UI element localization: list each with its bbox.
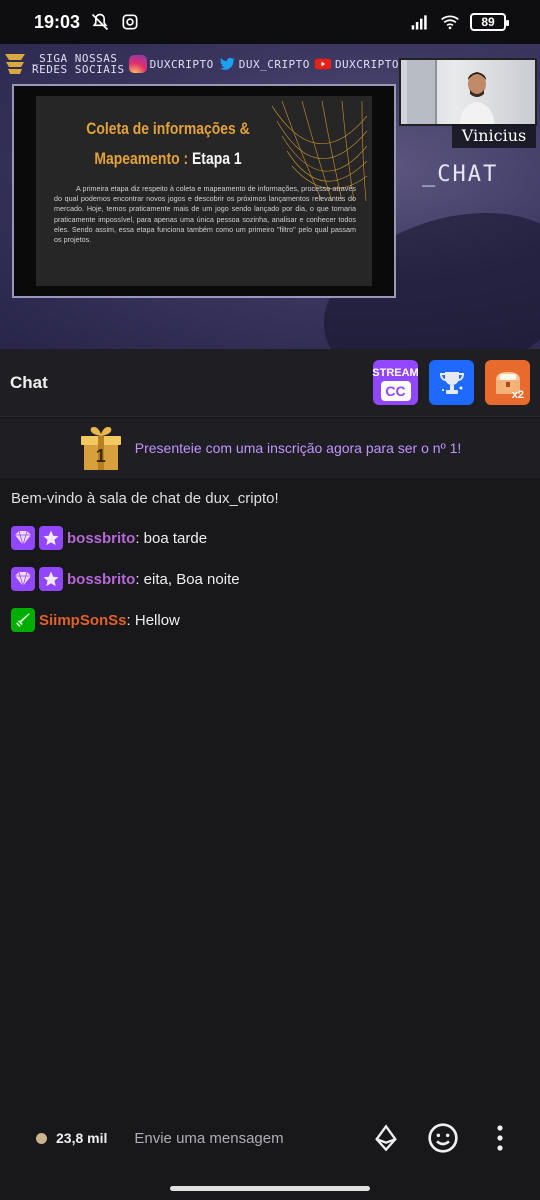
- siga-line-2: REDES SOCIAIS: [32, 63, 125, 76]
- slide-title: Coleta de informações & Mapeamento : Eta…: [86, 114, 250, 174]
- bits-button[interactable]: [370, 1122, 402, 1154]
- video-player[interactable]: _SIGA NOSSAS REDES SOCIAIS DUXCRIPTO DUX…: [0, 44, 540, 349]
- youtube-handle: DUXCRIPTO: [334, 57, 400, 71]
- channel-points-icon: [36, 1132, 47, 1144]
- social-overlay: _SIGA NOSSAS REDES SOCIAIS DUXCRIPTO DUX…: [2, 50, 399, 78]
- closed-captions-button[interactable]: STREAM CC: [372, 360, 419, 405]
- chat-title: Chat: [10, 372, 48, 392]
- channel-points-chest-button[interactable]: x2: [485, 360, 530, 405]
- smiley-icon: [428, 1123, 458, 1153]
- status-time: 19:03: [34, 11, 81, 32]
- home-indicator[interactable]: [170, 1186, 370, 1191]
- social-youtube: DUXCRIPTO: [314, 55, 399, 73]
- slide-title-line-2: Mapeamento : Etapa 1: [86, 144, 250, 174]
- dux-logo-icon: [5, 54, 25, 74]
- instagram-handle: DUXCRIPTO: [149, 57, 214, 71]
- gift-banner-text: Presenteie com uma inscrição agora para …: [134, 440, 462, 456]
- chat-message-text: : eita, Boa noite: [135, 570, 240, 588]
- sword-badge-icon[interactable]: [11, 608, 35, 632]
- welcome-message: Bem-vindo à sala de chat de dux_cripto!: [11, 490, 279, 507]
- star-badge-icon[interactable]: [39, 567, 63, 591]
- chat-username[interactable]: bossbrito: [67, 571, 135, 588]
- chat-message-text: : Hellow: [126, 611, 180, 629]
- vertical-dots-icon: [497, 1125, 503, 1151]
- chat-username[interactable]: SiimpSonSs: [39, 612, 127, 629]
- chat-message-text: : boa tarde: [135, 529, 208, 547]
- leaderboard-button[interactable]: [429, 360, 474, 405]
- status-bar: 19:03 89: [0, 0, 540, 44]
- slide-title-mapeamento: Mapeamento :: [94, 149, 189, 168]
- bits-icon: [375, 1124, 397, 1152]
- cc-icon: CC: [380, 380, 411, 401]
- chat-message-input[interactable]: [134, 1129, 335, 1147]
- gift-box-icon: 1: [79, 424, 123, 472]
- slide-title-line-1: Coleta de informações &: [86, 119, 250, 138]
- streamer-avatar-icon: [459, 72, 495, 124]
- chest-multiplier: x2: [511, 389, 524, 401]
- gift-count: 1: [95, 446, 106, 466]
- more-options-button[interactable]: [484, 1122, 516, 1154]
- stream-label: STREAM: [372, 366, 419, 379]
- webcam-background-door: [407, 60, 437, 124]
- wifi-icon: [441, 15, 459, 30]
- gift-sub-banner[interactable]: 1 Presenteie com uma inscrição agora par…: [0, 418, 540, 478]
- siga-text: _SIGA NOSSAS REDES SOCIAIS: [32, 53, 125, 75]
- twitter-icon: [219, 57, 235, 70]
- signal-icon: [411, 15, 427, 30]
- instagram-icon: [128, 55, 147, 73]
- gem-badge-icon[interactable]: [11, 567, 35, 591]
- chat-message: bossbrito : boa tarde: [11, 526, 207, 550]
- webcam-name-label: Vinicius: [452, 124, 536, 148]
- chat-message: SiimpSonSs : Hellow: [11, 608, 180, 632]
- chat-username[interactable]: bossbrito: [67, 530, 135, 547]
- trophy-icon: [439, 371, 464, 394]
- twitter-handle: DUX_CRIPTO: [238, 57, 310, 71]
- gem-badge-icon[interactable]: [11, 526, 35, 550]
- chat-header: Chat STREAM CC x2: [0, 349, 540, 417]
- silent-bell-icon: [91, 13, 109, 31]
- presentation-frame: Coleta de informações & Mapeamento : Eta…: [12, 84, 396, 298]
- emote-button[interactable]: [427, 1122, 459, 1154]
- chat-overlay-label: _CHAT: [422, 162, 499, 187]
- webcam-overlay: [399, 58, 537, 126]
- chat-header-actions: STREAM CC x2: [372, 360, 530, 405]
- viewer-count: 23,8 mil: [56, 1130, 108, 1146]
- slide-title-etapa: Etapa 1: [191, 149, 242, 168]
- star-badge-icon[interactable]: [39, 526, 63, 550]
- social-instagram: DUXCRIPTO: [128, 55, 214, 73]
- battery-indicator: 89: [470, 13, 509, 31]
- chat-message: bossbrito : eita, Boa noite: [11, 567, 240, 591]
- youtube-icon: [314, 58, 332, 70]
- presentation-slide: Coleta de informações & Mapeamento : Eta…: [36, 96, 372, 286]
- social-twitter: DUX_CRIPTO: [218, 55, 310, 73]
- instagram-status-icon: [122, 14, 138, 30]
- input-bar-actions: [370, 1122, 516, 1154]
- chat-input-bar: 23,8 mil: [0, 1108, 540, 1168]
- slide-paragraph: A primeira etapa diz respeito à coleta e…: [54, 184, 356, 245]
- channel-points-balance[interactable]: 23,8 mil: [36, 1130, 107, 1146]
